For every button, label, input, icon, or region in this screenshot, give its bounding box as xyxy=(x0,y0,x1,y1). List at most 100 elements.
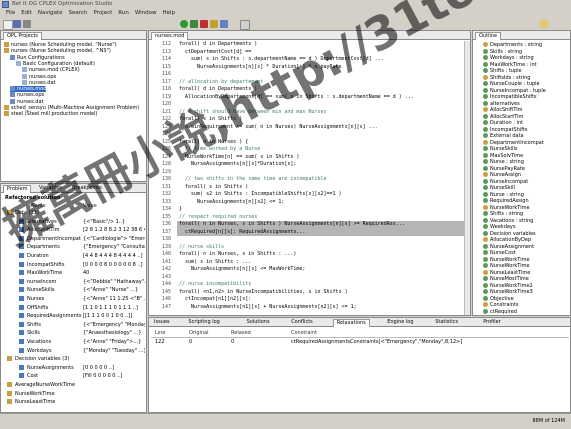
code-line[interactable]: ctDepartmentCost[d] == xyxy=(179,49,251,55)
bottom-tab[interactable]: Statistics xyxy=(432,319,461,326)
outline-item[interactable]: NurseWorkTime xyxy=(483,263,530,269)
outline-item[interactable]: IncompatShifts xyxy=(483,126,528,133)
project-tree-item[interactable]: sched_sensyu (Multi-Machine Assignment P… xyxy=(4,105,139,111)
bottom-tab[interactable]: Issues xyxy=(151,319,173,326)
code-line[interactable]: // allocation by departement xyxy=(179,79,263,85)
outline-item[interactable]: Departments : string xyxy=(483,42,542,48)
search-icon[interactable] xyxy=(240,20,250,30)
code-line[interactable]: } xyxy=(179,206,182,212)
problem-name[interactable]: Data (11) xyxy=(15,210,39,216)
code-line[interactable]: NurseAssignments[n][s] <= MaxWorkTime; xyxy=(179,266,305,272)
outline-item[interactable]: NurseAssignment xyxy=(483,243,534,250)
outline-item[interactable]: ShiftsIds : string xyxy=(483,74,530,81)
outline-item[interactable]: DepartmentIncompat xyxy=(483,139,544,146)
tab-opl-projects[interactable]: OPL Projects xyxy=(3,32,43,40)
menu-item[interactable]: Window xyxy=(135,9,157,18)
perspective-icon[interactable] xyxy=(540,20,548,28)
problem-name[interactable]: AverageNurseWorkTime xyxy=(15,382,75,388)
problem-name[interactable]: NurseWorkTime xyxy=(15,391,55,397)
outline-item[interactable]: Shifts : tuple xyxy=(483,68,522,74)
outline-item[interactable]: alternatives xyxy=(483,100,520,107)
relax-original[interactable]: 0 xyxy=(189,339,192,345)
outline-item[interactable]: Workdays : string xyxy=(483,55,534,61)
code-line[interactable]: // time worked by a Nurse xyxy=(179,146,260,152)
bottom-tab[interactable]: Solutions xyxy=(244,319,273,326)
problem-name[interactable]: Nurses xyxy=(27,296,44,302)
problem-name[interactable]: AllocShiftTim xyxy=(27,227,60,233)
code-line[interactable]: // a shift should have between min and m… xyxy=(179,109,327,115)
code-line[interactable]: NurseAssignments[n][s]*Duration[s]; xyxy=(179,161,296,167)
problem-name[interactable]: RequiredAssignments xyxy=(27,313,81,319)
editor-scrollbar[interactable] xyxy=(464,41,470,315)
outline-item[interactable]: MaxWorkTime : int xyxy=(483,61,537,68)
code-line[interactable]: // nurse incompatibility xyxy=(179,281,251,287)
new-icon[interactable] xyxy=(3,20,13,30)
project-tree-item[interactable]: nurses.ops xyxy=(22,73,56,80)
code-line[interactable]: forall( d in Departments ) xyxy=(179,41,257,47)
step-icon[interactable] xyxy=(220,20,228,28)
menu-item[interactable]: Search xyxy=(69,9,88,18)
problem-name[interactable]: Skills xyxy=(27,330,40,336)
problem-tab[interactable]: Breakpoints xyxy=(69,185,105,192)
debug-icon[interactable] xyxy=(190,20,198,28)
project-tree-item[interactable]: steel (Steel mill production model) xyxy=(4,111,98,117)
memory-indicator[interactable]: 88M of 124M xyxy=(532,418,565,424)
outline-item[interactable]: NurseSkills xyxy=(483,146,518,152)
outline-item[interactable]: AllocationByDep xyxy=(483,237,531,243)
problem-name[interactable]: alternatives xyxy=(27,219,57,225)
code-line[interactable]: sum( s2 in Shifts : IncompatibleShifts[s… xyxy=(179,191,342,197)
bottom-tab[interactable]: Scripting log xyxy=(185,319,222,326)
code-line[interactable]: forall( s in Shifts ) xyxy=(179,184,248,190)
outline-item[interactable]: NurseIncompat : tuple xyxy=(483,87,546,94)
outline-item[interactable]: NurseSkill xyxy=(483,185,515,191)
code-line[interactable]: sum( s in Shifts : ... xyxy=(179,259,251,265)
problem-name[interactable]: Cost xyxy=(27,373,38,379)
menu-item[interactable]: Navigate xyxy=(38,9,63,18)
menu-item[interactable]: Edit xyxy=(21,9,32,18)
outline-item[interactable]: NurseCost xyxy=(483,250,516,256)
outline-item[interactable]: NurseAssign xyxy=(483,172,521,178)
code-line[interactable]: forall( s in Shifts ) xyxy=(179,116,242,122)
tab-outline[interactable]: Outline xyxy=(475,32,502,40)
relax-relaxed[interactable]: 0 xyxy=(231,339,234,345)
tab-nurses-mod[interactable]: nurses.mod xyxy=(151,32,189,40)
bottom-tab[interactable]: Relaxations xyxy=(332,319,370,327)
menu-item[interactable]: Project xyxy=(93,9,112,18)
print-icon[interactable] xyxy=(23,20,31,28)
code-line[interactable]: ctRequired[n][s]: RequiredAssignments... xyxy=(179,229,305,235)
code-line[interactable]: forall( <n1,n2> in NurseIncompatibilitie… xyxy=(179,289,348,295)
problem-name[interactable]: Shifts xyxy=(27,322,41,328)
code-line[interactable]: forall( n in Nurses ) { xyxy=(179,139,248,145)
outline-item[interactable]: Skills : string xyxy=(483,48,522,55)
problem-name[interactable]: nurseIncom xyxy=(27,279,56,285)
outline-item[interactable]: NurseWorkTime xyxy=(483,256,530,263)
problem-name[interactable]: NurseSkills xyxy=(27,287,55,293)
outline-item[interactable]: MaxSolvTime xyxy=(483,152,523,159)
code-line[interactable]: forall( d in Departments ) xyxy=(179,86,257,92)
project-tree-item[interactable]: nurses.mod xyxy=(10,86,47,93)
stop-icon[interactable] xyxy=(200,20,208,28)
project-tree-item[interactable]: Basic Configuration (default) xyxy=(16,60,95,67)
outline-item[interactable]: NurseWorkTime xyxy=(483,204,530,211)
code-line[interactable]: // nurse skills xyxy=(179,244,224,250)
outline-item[interactable]: Nurse : string xyxy=(483,159,524,165)
outline-item[interactable]: Objective xyxy=(483,295,514,302)
pause-icon[interactable] xyxy=(210,20,218,28)
relax-line[interactable]: 122 xyxy=(155,339,165,345)
project-tree-item[interactable]: nurses (Nurse Scheduling model, ^NS") xyxy=(4,48,111,54)
problem-name[interactable]: Duration xyxy=(27,253,49,259)
project-tree-item[interactable]: nurses.dat xyxy=(22,79,55,86)
outline-item[interactable]: Vacations : string xyxy=(483,217,533,224)
problem-name[interactable]: MaxWorkTime xyxy=(27,270,62,276)
run-icon[interactable] xyxy=(180,20,188,28)
project-tree-item[interactable]: nurses.ops xyxy=(10,92,44,98)
outline-item[interactable]: NurseLeastTime xyxy=(483,269,530,276)
outline-item[interactable]: Shifts : string xyxy=(483,211,523,217)
outline-item[interactable]: AllocStartTim xyxy=(483,113,523,120)
problem-name[interactable]: OffShifts xyxy=(27,305,48,311)
outline-item[interactable]: Constraints xyxy=(483,302,519,308)
outline-item[interactable]: NurseWorkTime2 xyxy=(483,282,533,289)
problem-name[interactable]: Decision variables (3) xyxy=(15,356,69,362)
code-line[interactable]: NurseAssignments[n1][s] + NurseAssignmen… xyxy=(179,304,357,310)
relax-constraint[interactable]: ctRequiredAssignmentsConstraints[<"Emerg… xyxy=(291,339,462,345)
